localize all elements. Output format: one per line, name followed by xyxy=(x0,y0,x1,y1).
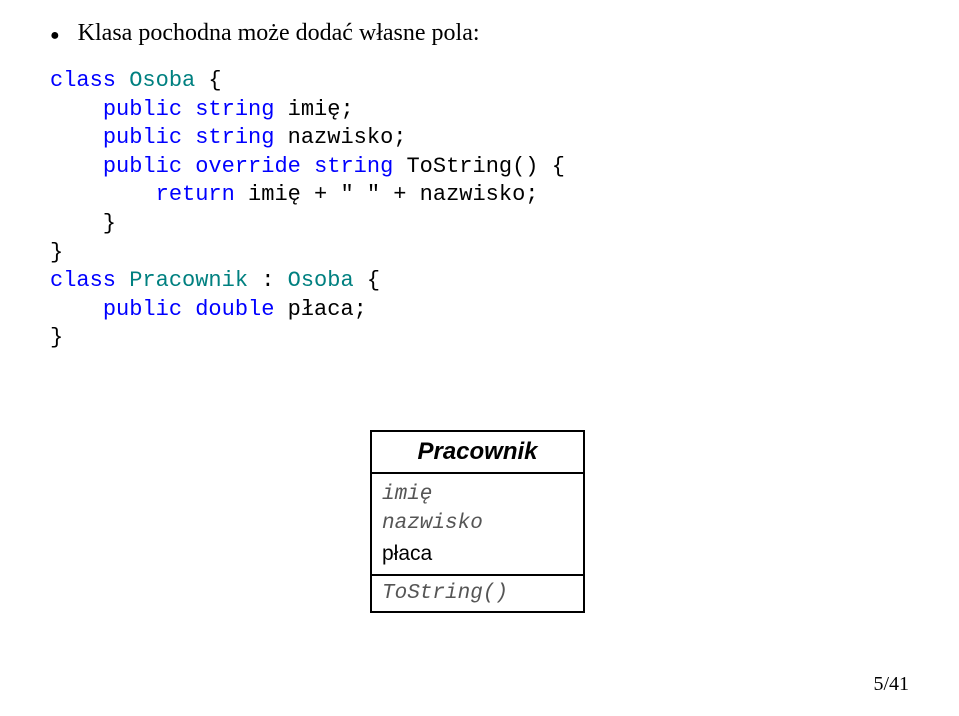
uml-class-box: Pracownik imię nazwisko płaca ToString() xyxy=(370,430,585,613)
keyword-public: public xyxy=(103,297,182,322)
uml-class-name: Pracownik xyxy=(370,430,585,474)
class-name-osoba: Osoba xyxy=(129,68,195,93)
keyword-string: string xyxy=(195,125,274,150)
bullet-marker: ● xyxy=(50,27,60,45)
code-block: class Osoba { public string imię; public… xyxy=(50,67,909,353)
keyword-string: string xyxy=(314,154,393,179)
keyword-return: return xyxy=(156,182,235,207)
uml-attr-imie: imię xyxy=(382,480,573,509)
brace: } xyxy=(50,325,63,350)
keyword-override: override xyxy=(195,154,301,179)
brace: { xyxy=(354,268,380,293)
keyword-public: public xyxy=(103,154,182,179)
page-number: 5/41 xyxy=(873,673,909,696)
uml-attr-nazwisko: nazwisko xyxy=(382,509,573,538)
brace: } xyxy=(50,240,63,265)
bullet-line: ● Klasa pochodna może dodać własne pola: xyxy=(50,20,909,47)
uml-operations: ToString() xyxy=(370,576,585,613)
base-class-osoba: Osoba xyxy=(288,268,354,293)
uml-attributes: imię nazwisko płaca xyxy=(370,474,585,576)
keyword-public: public xyxy=(103,125,182,150)
field-nazwisko: nazwisko; xyxy=(274,125,406,150)
tostring-signature: ToString() { xyxy=(393,154,565,179)
class-name-pracownik: Pracownik xyxy=(129,268,248,293)
brace: } xyxy=(50,211,116,236)
keyword-class: class xyxy=(50,268,116,293)
field-imie: imię; xyxy=(274,97,353,122)
return-expr: imię + " " + nazwisko; xyxy=(235,182,539,207)
uml-attr-placa: płaca xyxy=(382,539,573,568)
uml-op-tostring: ToString() xyxy=(382,582,573,605)
keyword-string: string xyxy=(195,97,274,122)
field-placa: płaca; xyxy=(274,297,366,322)
bullet-text: Klasa pochodna może dodać własne pola: xyxy=(78,20,480,47)
keyword-double: double xyxy=(195,297,274,322)
brace: { xyxy=(195,68,221,93)
keyword-class: class xyxy=(50,68,116,93)
colon: : xyxy=(248,268,288,293)
keyword-public: public xyxy=(103,97,182,122)
